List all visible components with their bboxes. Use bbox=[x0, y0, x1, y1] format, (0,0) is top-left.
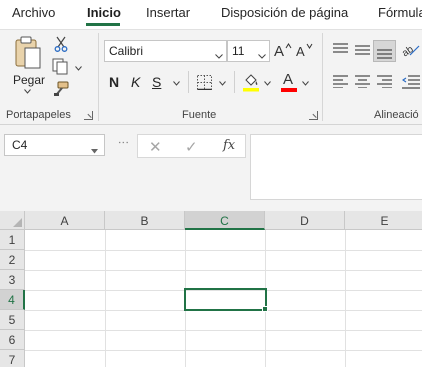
row-header-2[interactable]: 2 bbox=[0, 250, 25, 270]
formula-bar-area: C4 ⋮ ✕ ✓ fx bbox=[0, 125, 422, 211]
svg-text:A: A bbox=[296, 44, 305, 58]
borders-icon[interactable] bbox=[197, 75, 212, 90]
gridline bbox=[25, 350, 422, 351]
underline-dropdown-icon[interactable] bbox=[173, 81, 180, 86]
font-color-letter: A bbox=[283, 71, 294, 88]
paste-dropdown-icon[interactable] bbox=[24, 89, 31, 94]
borders-dropdown-icon[interactable] bbox=[219, 81, 226, 86]
decrease-indent-icon[interactable] bbox=[402, 75, 420, 89]
row-header-3[interactable]: 3 bbox=[0, 270, 25, 290]
copy-icon[interactable] bbox=[52, 58, 68, 75]
group-separator bbox=[98, 33, 99, 121]
active-tab-indicator bbox=[86, 23, 120, 26]
bold-button[interactable]: N bbox=[109, 74, 119, 90]
select-all-button[interactable] bbox=[0, 211, 25, 230]
chevron-down-icon bbox=[258, 48, 266, 62]
row-header-1[interactable]: 1 bbox=[0, 230, 25, 250]
column-header-e[interactable]: E bbox=[345, 211, 422, 230]
cut-icon[interactable] bbox=[54, 36, 68, 52]
clipboard-group-label: Portapapeles bbox=[6, 109, 71, 121]
divider bbox=[234, 71, 235, 93]
paste-icon bbox=[15, 36, 41, 69]
increase-font-size-icon[interactable]: A bbox=[274, 42, 292, 58]
column-header-a[interactable]: A bbox=[25, 211, 105, 230]
column-header-b[interactable]: B bbox=[105, 211, 185, 230]
ribbon: Pegar Portapapeles Calibri 11 A A N K S … bbox=[0, 29, 422, 125]
row-header-6[interactable]: 6 bbox=[0, 330, 25, 350]
underline-button[interactable]: S bbox=[152, 74, 161, 90]
font-launcher-icon[interactable] bbox=[309, 111, 318, 120]
insert-function-icon[interactable]: fx bbox=[223, 138, 235, 153]
ribbon-tabs: Archivo Inicio Insertar Disposición de p… bbox=[0, 0, 422, 29]
paste-label: Pegar bbox=[13, 73, 46, 87]
align-middle-icon[interactable] bbox=[355, 43, 370, 57]
name-box[interactable]: C4 bbox=[4, 134, 105, 156]
font-size-combo[interactable]: 11 bbox=[227, 40, 270, 62]
alignment-group-label: Alineació bbox=[374, 109, 419, 121]
font-color-button[interactable]: A bbox=[280, 71, 298, 93]
cancel-icon[interactable]: ✕ bbox=[149, 138, 162, 156]
formula-buttons: ✕ ✓ fx bbox=[137, 134, 246, 158]
gridline bbox=[25, 270, 422, 271]
column-header-d[interactable]: D bbox=[265, 211, 345, 230]
chevron-down-icon bbox=[91, 143, 98, 157]
paste-button[interactable]: Pegar bbox=[6, 34, 46, 94]
row-header-4[interactable]: 4 bbox=[0, 290, 25, 310]
font-name-combo[interactable]: Calibri bbox=[104, 40, 227, 62]
font-color-dropdown-icon[interactable] bbox=[302, 81, 309, 86]
svg-text:A: A bbox=[274, 43, 284, 58]
align-left-icon[interactable] bbox=[333, 75, 348, 88]
align-bottom-icon bbox=[377, 49, 392, 59]
tab-formulas[interactable]: Fórmula bbox=[378, 5, 422, 20]
tab-disposicion-pagina[interactable]: Disposición de página bbox=[221, 5, 348, 20]
clipboard-launcher-icon[interactable] bbox=[84, 111, 93, 120]
divider bbox=[188, 71, 189, 93]
font-color-swatch bbox=[281, 88, 297, 92]
chevron-down-icon bbox=[215, 48, 223, 62]
fill-handle[interactable] bbox=[262, 306, 268, 312]
fill-color-dropdown-icon[interactable] bbox=[264, 81, 271, 86]
fill-color-icon[interactable] bbox=[242, 72, 260, 92]
decrease-font-size-icon[interactable]: A bbox=[296, 42, 314, 58]
active-cell-c4[interactable] bbox=[184, 288, 267, 311]
font-group-label: Fuente bbox=[182, 109, 217, 121]
splitter-handle-icon[interactable]: ⋮ bbox=[117, 137, 130, 146]
font-name-value: Calibri bbox=[109, 44, 144, 58]
row-header-7[interactable]: 7 bbox=[0, 350, 25, 367]
italic-button[interactable]: K bbox=[131, 74, 140, 90]
gridline bbox=[25, 250, 422, 251]
column-header-c[interactable]: C bbox=[185, 211, 265, 230]
orientation-icon[interactable]: ab bbox=[402, 41, 420, 57]
row-header-5[interactable]: 5 bbox=[0, 310, 25, 330]
group-separator bbox=[322, 33, 323, 121]
enter-icon[interactable]: ✓ bbox=[185, 138, 198, 156]
tab-insertar[interactable]: Insertar bbox=[146, 5, 190, 20]
tab-inicio[interactable]: Inicio bbox=[87, 5, 121, 20]
spreadsheet-grid[interactable]: A B C D E 1 2 3 4 5 6 7 bbox=[0, 211, 422, 367]
align-center-icon[interactable] bbox=[355, 75, 370, 88]
formula-input[interactable] bbox=[250, 134, 422, 200]
format-painter-icon[interactable] bbox=[53, 81, 69, 97]
copy-dropdown-icon[interactable] bbox=[75, 66, 82, 71]
tab-archivo[interactable]: Archivo bbox=[12, 5, 55, 20]
font-size-value: 11 bbox=[232, 44, 245, 58]
align-right-icon[interactable] bbox=[377, 75, 392, 88]
align-top-icon[interactable] bbox=[333, 43, 348, 55]
align-bottom-button[interactable] bbox=[373, 40, 396, 62]
gridline bbox=[25, 330, 422, 331]
name-box-value: C4 bbox=[12, 138, 28, 152]
